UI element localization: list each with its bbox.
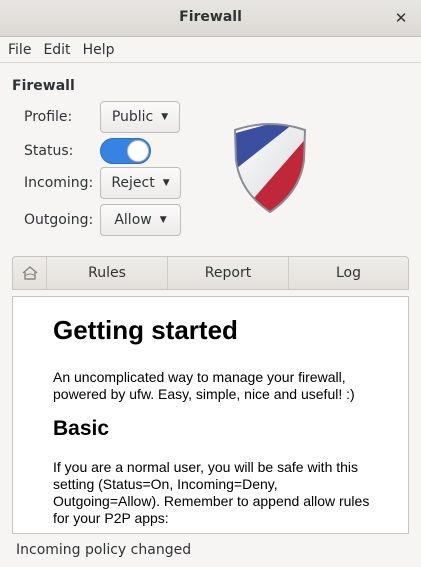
incoming-value: Reject xyxy=(111,175,155,191)
tab-bar: Rules Report Log xyxy=(12,256,409,290)
chevron-down-icon: ▼ xyxy=(162,178,170,188)
chevron-down-icon: ▼ xyxy=(161,112,169,122)
outgoing-value: Allow xyxy=(114,212,152,228)
title-bar: Firewall ✕ xyxy=(0,0,421,37)
tab-report[interactable]: Report xyxy=(167,257,288,289)
status-toggle[interactable] xyxy=(100,138,151,164)
status-label: Status: xyxy=(24,143,74,159)
home-icon xyxy=(22,266,37,280)
basic-text: If you are a normal user, you will be sa… xyxy=(53,459,370,526)
menu-file[interactable]: File xyxy=(2,37,37,63)
profile-value: Public xyxy=(111,109,154,125)
content-heading: Getting started xyxy=(53,315,238,345)
menu-edit[interactable]: Edit xyxy=(37,37,76,63)
menu-bar: File Edit Help xyxy=(0,37,421,63)
tab-log[interactable]: Log xyxy=(288,257,408,289)
content-panel: Getting started An uncomplicated way to … xyxy=(12,296,409,534)
toggle-knob xyxy=(127,140,149,162)
window-title: Firewall xyxy=(179,9,242,25)
profile-dropdown[interactable]: Public ▼ xyxy=(100,101,180,133)
outgoing-dropdown[interactable]: Allow ▼ xyxy=(100,204,181,236)
section-title: Firewall xyxy=(12,78,75,94)
menu-help[interactable]: Help xyxy=(77,37,121,63)
chevron-down-icon: ▼ xyxy=(159,215,167,225)
close-icon[interactable]: ✕ xyxy=(391,8,411,28)
incoming-label: Incoming: xyxy=(24,175,94,191)
shield-icon xyxy=(233,123,307,214)
status-bar-text: Incoming policy changed xyxy=(16,542,192,558)
incoming-dropdown[interactable]: Reject ▼ xyxy=(100,167,181,199)
basic-heading: Basic xyxy=(53,417,110,440)
tab-home[interactable] xyxy=(13,257,46,289)
tab-rules[interactable]: Rules xyxy=(46,257,167,289)
intro-text: An uncomplicated way to manage your fire… xyxy=(53,369,355,402)
outgoing-label: Outgoing: xyxy=(24,212,94,228)
profile-label: Profile: xyxy=(24,109,73,125)
